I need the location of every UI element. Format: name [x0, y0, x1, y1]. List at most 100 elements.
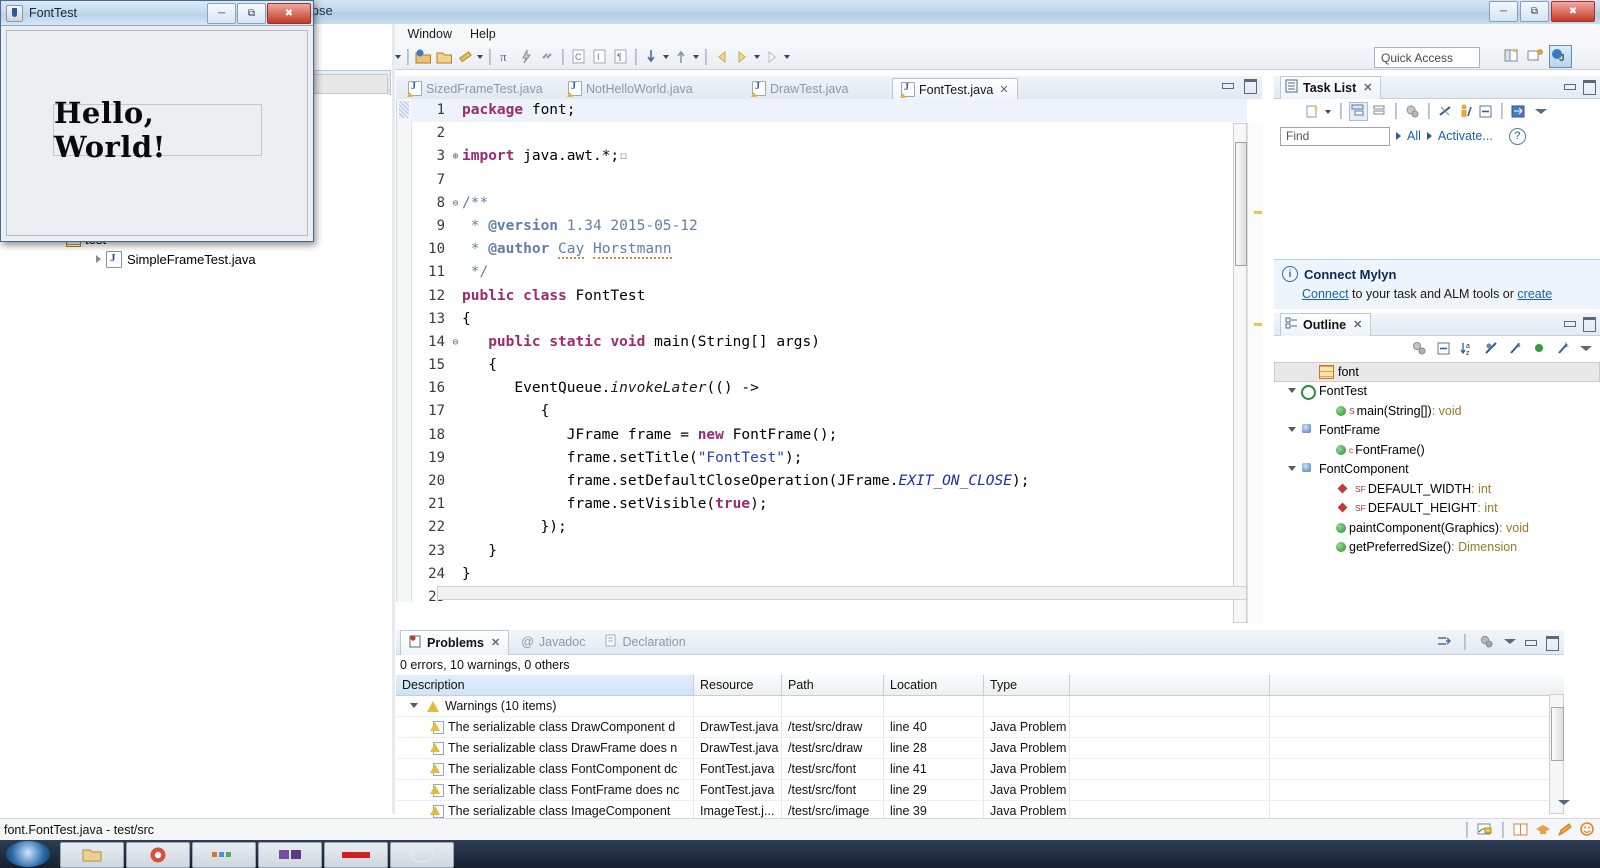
synchronize-icon[interactable] [1510, 103, 1527, 120]
java-minimize-button[interactable]: ─ [207, 3, 236, 24]
hide-static-icon[interactable]: s [1507, 340, 1524, 357]
categorized-presentation-icon[interactable] [1349, 101, 1368, 121]
close-icon[interactable]: ✕ [1353, 318, 1362, 331]
twisty-expanded-icon[interactable] [1286, 423, 1300, 437]
pencil-icon[interactable] [1556, 821, 1574, 838]
menu-window[interactable]: Window [399, 25, 461, 43]
taskbar-red-app-button[interactable] [324, 842, 388, 868]
overview-warning-mark[interactable] [1254, 211, 1262, 214]
code-line-8[interactable]: 8 ⊖/** [411, 192, 1247, 215]
status-overflow-icon[interactable] [1557, 796, 1570, 809]
close-icon[interactable]: ✕ [1363, 81, 1372, 94]
open-type-icon[interactable] [435, 47, 454, 66]
forward-dropdown-arrow[interactable] [753, 47, 762, 66]
task-list-tab[interactable]: Task List ✕ [1280, 75, 1382, 99]
column-header-resource[interactable]: Resource [694, 675, 782, 695]
editor-tab-nothelloworld-java[interactable]: NotHelloWorld.java [560, 78, 701, 99]
fold-toggle-icon[interactable]: ⊖ [449, 331, 462, 354]
editor-hscrollbar[interactable] [437, 586, 1247, 600]
maximize-icon[interactable] [1582, 316, 1596, 332]
column-header-path[interactable]: Path [782, 675, 884, 695]
column-header-description[interactable]: Description [396, 675, 694, 695]
java-perspective-icon[interactable]: J [1549, 45, 1572, 68]
working-sets-icon[interactable] [1457, 103, 1474, 120]
outline-item-fontcomponent[interactable]: FontComponent [1274, 460, 1600, 480]
code-line-12[interactable]: 12 public class FontTest [411, 285, 1247, 308]
filter-expand-icon-2[interactable] [1426, 132, 1432, 140]
problems-table-row[interactable]: The serializable class FontComponent dc F… [396, 759, 1564, 780]
column-header-location[interactable]: Location [884, 675, 984, 695]
previous-annotation-dropdown-arrow[interactable] [692, 47, 701, 66]
code-line-18[interactable]: 18 JFrame frame = new FontFrame(); [411, 424, 1247, 447]
view-menu-icon[interactable] [1579, 342, 1592, 355]
taskbar-browser-button[interactable] [126, 842, 190, 868]
taskbar-explorer-button[interactable] [60, 842, 124, 868]
problems-table-row[interactable]: The serializable class DrawFrame does n D… [396, 738, 1564, 759]
java-close-button[interactable]: ✖ [267, 3, 311, 24]
code-line-13[interactable]: 13 { [411, 308, 1247, 331]
close-icon[interactable]: ✕ [999, 83, 1008, 96]
next-edit-icon[interactable] [763, 47, 782, 66]
help-icon[interactable]: ? [1508, 127, 1526, 145]
hide-local-types-icon[interactable]: L [1555, 340, 1572, 357]
mylyn-create-link[interactable]: create [1517, 287, 1552, 301]
editor-tab-sizedframetest-java[interactable]: SizedFrameTest.java [400, 78, 551, 99]
outline-item-default-width[interactable]: SF DEFAULT_WIDTH : int [1274, 479, 1600, 499]
code-line-1[interactable]: 1 package font; [411, 99, 1247, 123]
eclipse-minimize-button[interactable]: ─ [1489, 1, 1518, 22]
outline-item-fontframe[interactable]: FontFrame [1274, 421, 1600, 441]
link-icon[interactable] [538, 47, 557, 66]
taskbar-app-button[interactable] [192, 842, 256, 868]
open-perspective-icon[interactable] [1526, 46, 1545, 65]
filter-expand-icon[interactable] [1396, 132, 1401, 140]
next-edit-dropdown-arrow[interactable] [783, 47, 792, 66]
code-line-2[interactable]: 2 [411, 122, 1247, 145]
collapse-all-icon[interactable] [1435, 340, 1452, 357]
outline-tree[interactable]: font FontTest Smain(String[]) : void FontFr… [1274, 360, 1600, 557]
taskbar-eclipse-button[interactable] [390, 842, 454, 868]
eclipse-close-button[interactable]: ✖ [1551, 1, 1595, 22]
focus-on-active-task-icon[interactable] [1411, 340, 1428, 357]
new-interface-icon[interactable]: I [590, 47, 609, 66]
new-task-icon[interactable] [1304, 103, 1321, 120]
outline-item-fonttest[interactable]: FontTest [1274, 382, 1600, 402]
new-class-icon[interactable]: C [569, 47, 588, 66]
hide-nonpublic-icon[interactable] [1531, 340, 1548, 357]
tab-problems[interactable]: Problems ✕ [400, 629, 510, 655]
problems-table-row[interactable]: The serializable class FontFrame does nc… [396, 780, 1564, 801]
code-line-17[interactable]: 17 { [411, 400, 1247, 423]
mylyn-connect-link[interactable]: Connect [1302, 287, 1349, 301]
new-java-project-icon[interactable] [414, 47, 433, 66]
editor-overview-ruler[interactable] [1247, 123, 1263, 623]
search-dropdown-arrow[interactable] [476, 47, 485, 66]
outline-item-main-string---[interactable]: Smain(String[]) : void [1274, 401, 1600, 421]
hide-fields-icon[interactable] [1483, 340, 1500, 357]
code-line-22[interactable]: 22 }); [411, 516, 1247, 539]
code-lines[interactable]: 1 package font; 2 3 ⊕ import java.awt.*;▫ 7 8 ⊖ /… [411, 99, 1247, 605]
scroll-thumb[interactable] [1551, 707, 1564, 761]
java-maximize-button[interactable]: ⧉ [237, 3, 266, 24]
code-line-15[interactable]: 15 { [411, 354, 1247, 377]
twisty-collapsed-icon[interactable] [92, 252, 106, 266]
flat-presentation-icon[interactable] [1371, 103, 1388, 120]
code-line-16[interactable]: 16 EventQueue.invokeLater(() -> [411, 377, 1247, 400]
outline-item-paintcomponent-graphics-[interactable]: paintComponent(Graphics) : void [1274, 518, 1600, 538]
new-annotation-icon[interactable]: ¶ [611, 47, 630, 66]
outline-tab[interactable]: Outline ✕ [1280, 312, 1372, 336]
minimize-icon[interactable] [1221, 78, 1234, 91]
book-icon[interactable] [1512, 821, 1530, 838]
problems-table[interactable]: Description Resource Path Location Type Warn… [396, 675, 1564, 822]
code-line-20[interactable]: 20 frame.setDefaultCloseOperation(JFrame… [411, 470, 1247, 493]
code-line-10[interactable]: 10 * @author Cay Horstmann [411, 238, 1247, 261]
twisty-expanded-icon[interactable] [1286, 384, 1300, 398]
maximize-icon[interactable] [1545, 635, 1559, 651]
quick-access-input[interactable]: Quick Access [1374, 47, 1480, 68]
code-line-9[interactable]: 9 * @version 1.34 2015-05-12 [411, 215, 1247, 238]
problems-table-row[interactable]: The serializable class DrawComponent d Dr… [396, 717, 1564, 738]
find-input[interactable]: Find [1280, 126, 1390, 146]
close-icon[interactable]: ✕ [491, 636, 500, 649]
graduation-icon[interactable] [1534, 821, 1552, 838]
view-menu-icon[interactable] [1534, 105, 1547, 118]
back-icon[interactable] [712, 47, 731, 66]
code-line-3[interactable]: 3 ⊕ import java.awt.*;▫ [411, 145, 1247, 168]
